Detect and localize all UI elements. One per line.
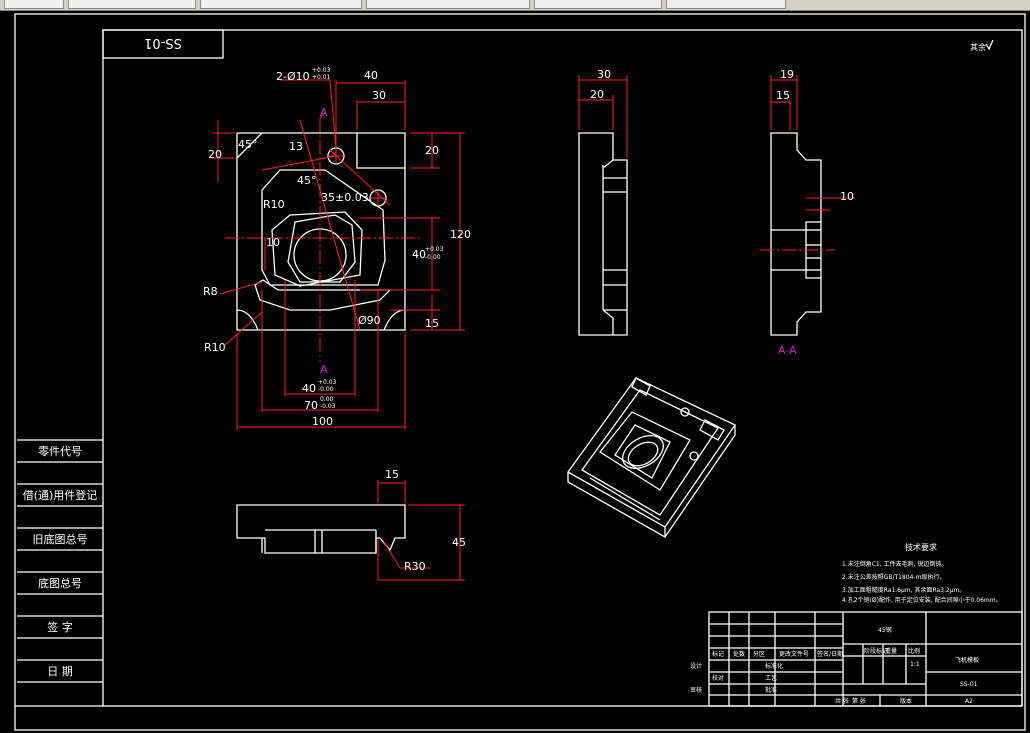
- inner-frame: [102, 29, 1023, 707]
- dim-r8: R8: [203, 285, 218, 298]
- tb-label-zone: 分区: [753, 650, 765, 658]
- dim-40h-upper: +0.03: [318, 379, 337, 386]
- dim-holes-tol-lower: +0.01: [312, 74, 331, 81]
- tb-label-version: 版本: [900, 697, 912, 705]
- left-label-borrowed: 借(通)用件登记: [23, 488, 98, 502]
- tech-req-line-2: 2.未注公差按照GB/T1804-m级执行。: [842, 573, 945, 581]
- section-dim-10: 10: [840, 190, 854, 203]
- isometric-view: [567, 377, 736, 539]
- bottom-dim-15: 15: [385, 468, 399, 481]
- tech-req-title: 技术要求: [905, 542, 937, 552]
- dim-right-20: 20: [425, 144, 439, 157]
- tb-code: SS-01: [960, 681, 978, 688]
- technical-requirements: 技术要求 1.未注倒角C1, 工件去毛刺, 锐边倒钝。 2.未注公差按照GB/T…: [842, 542, 1002, 604]
- tech-req-line-3: 3.加工面粗糙度Ra1.6μm, 其余面Ra3.2μm。: [842, 586, 965, 594]
- dim-35: 35±0.03: [321, 191, 369, 204]
- dim-holes: 2-Ø10: [276, 70, 310, 83]
- dim-r10-bottom: R10: [204, 341, 226, 354]
- dim-90: Ø90: [358, 314, 381, 327]
- dim-70h-upper: 0.00: [320, 396, 334, 403]
- outer-frame: [14, 13, 1026, 731]
- tb-material: 45钢: [878, 626, 892, 634]
- left-column-table: 零件代号 借(通)用件登记 旧底图总号 底图总号 签 字 日 期: [17, 439, 103, 683]
- dim-40v-lower: -0.00: [425, 254, 441, 261]
- tb-scale-ratio: 1:1: [910, 661, 920, 668]
- tb-label-mark: 标记: [712, 650, 724, 658]
- dim-left-20: 20: [208, 148, 222, 161]
- tb-label-sign-date: 签名/日期: [817, 650, 843, 658]
- tb-part-name: 飞机模板: [955, 656, 979, 664]
- tech-req-line-1: 1.未注倒角C1, 工件去毛刺, 锐边倒钝。: [842, 560, 947, 568]
- dim-10: 10: [266, 236, 280, 249]
- left-label-old-base: 旧底图总号: [33, 532, 88, 546]
- tb-label-count: 处数: [733, 650, 745, 658]
- tb-label-sheet-total: 共 张: [835, 697, 849, 705]
- left-label-part-code: 零件代号: [38, 445, 82, 458]
- roughness-symbol: [985, 39, 994, 51]
- section-view: 19 15 10 A-A: [760, 68, 855, 357]
- tb-size: A2: [965, 698, 973, 705]
- tb-label-scale: 比例: [908, 647, 920, 655]
- dim-40v-upper: +0.03: [425, 246, 444, 253]
- section-mark-a-bottom: A: [320, 363, 328, 376]
- side-dim-30: 30: [597, 68, 611, 81]
- tb-label-weight: 重量: [885, 647, 897, 655]
- front-view-dimensions: 2-Ø10 +0.03 +0.01 40 30 20 20 45° 45° 13…: [203, 67, 471, 428]
- bottom-dim-45: 45: [452, 536, 466, 549]
- dim-70h-lower: -0.03: [320, 403, 336, 410]
- dim-40h: 40: [302, 382, 316, 395]
- tb-label-change: 更改文件号: [779, 650, 809, 658]
- side-view: 30 20: [578, 68, 628, 336]
- tb-label-standardize: 标准化: [765, 662, 783, 670]
- dim-40v: 40: [412, 248, 426, 261]
- section-dim-15: 15: [776, 89, 790, 102]
- tb-label-design: 设计: [690, 662, 702, 670]
- tb-label-audit: 审核: [690, 686, 702, 694]
- dim-angle-b: 45°: [297, 174, 317, 187]
- tech-req-line-4: 4.孔2个销(Ø)配作, 用于定位安装, 配合间隙小于0.06mm。: [842, 596, 1002, 604]
- tb-label-sheet-no: 第 张: [852, 697, 866, 705]
- dim-angle-a: 45°: [238, 138, 258, 151]
- dim-120: 120: [450, 228, 471, 241]
- tb-label-approve: 批准: [765, 686, 777, 694]
- dim-100: 100: [312, 415, 333, 428]
- drawing-number-inverted: SS-01: [144, 35, 182, 50]
- dim-40h-lower: -0.00: [318, 386, 334, 393]
- cad-drawing-canvas[interactable]: SS-01 其余 零件代号 借(通)用件登记 旧底图总号 底图总号 签 字 日 …: [0, 0, 1030, 733]
- dim-top-40: 40: [364, 69, 378, 82]
- left-label-base: 底图总号: [38, 576, 82, 590]
- side-dim-20: 20: [590, 88, 604, 101]
- section-mark-a-top: A: [320, 106, 328, 119]
- bottom-view: 15 45 R30: [236, 468, 466, 581]
- bottom-dim-r30: R30: [404, 560, 426, 573]
- dim-r10-top: R10: [263, 198, 285, 211]
- dim-top-30: 30: [372, 89, 386, 102]
- left-label-sign: 签 字: [47, 620, 73, 634]
- dim-70h: 70: [304, 399, 318, 412]
- dim-15: 15: [425, 317, 439, 330]
- section-dim-19: 19: [780, 68, 794, 81]
- dim-holes-tol-upper: +0.03: [312, 67, 331, 74]
- title-block: 45钢 飞机模板 SS-01 A2 标记 处数 分区 更改文件号 签名/日期 设…: [690, 611, 1023, 707]
- left-label-date: 日 期: [47, 665, 73, 678]
- roughness-note: 其余: [970, 42, 986, 52]
- tb-label-proofread: 校对: [712, 674, 724, 682]
- tb-label-process: 工艺: [765, 674, 777, 682]
- section-label: A-A: [778, 344, 797, 357]
- dim-13: 13: [289, 140, 303, 153]
